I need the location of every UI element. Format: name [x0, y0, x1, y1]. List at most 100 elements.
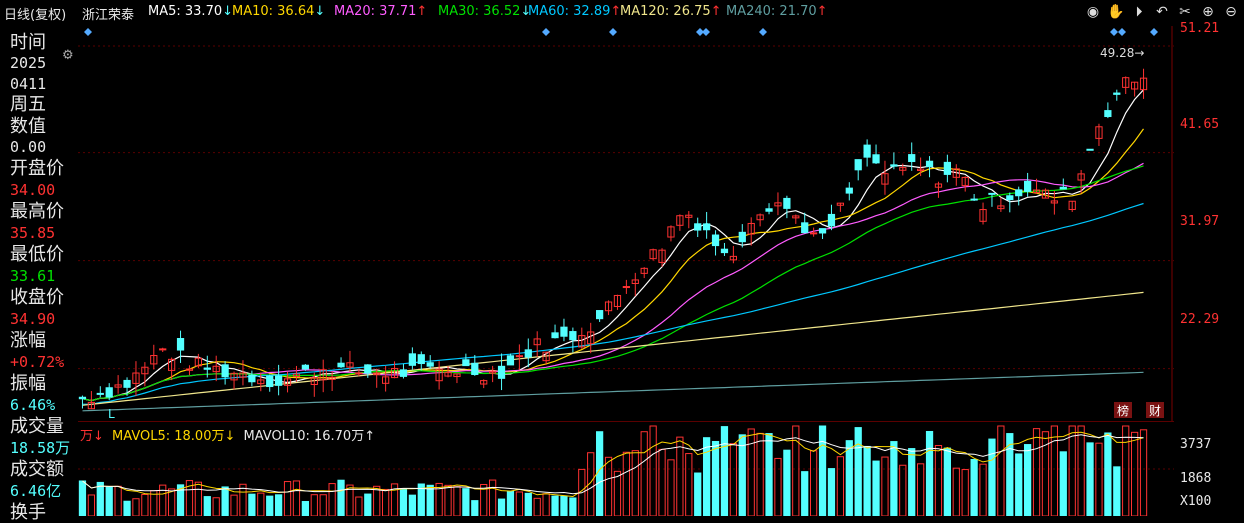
volume-bar: [364, 493, 372, 516]
volume-bar: [827, 468, 836, 516]
turnover-label: 成交额: [10, 459, 64, 480]
volume-bar: [988, 438, 996, 516]
low-value: 33.61: [10, 267, 56, 285]
candle-body: [845, 187, 853, 194]
volume-bar: [408, 494, 416, 516]
price-tick: 51.21: [1180, 21, 1220, 36]
volume-bar: [248, 493, 256, 516]
candle-body: [515, 355, 523, 358]
candle-body: [694, 223, 702, 231]
eye-icon[interactable]: ◉: [1084, 3, 1102, 21]
event-marker-icon: [1110, 28, 1118, 36]
volume-bar: [917, 463, 925, 516]
change-label: 涨幅: [10, 330, 46, 351]
price-tick: 41.65: [1180, 117, 1220, 132]
volume-bar: [489, 479, 497, 516]
volume-bar: [506, 490, 515, 516]
volume-bar: [310, 494, 318, 516]
ma-line-240: [82, 371, 1144, 412]
event-marker-icon: [702, 28, 710, 36]
volume-bar: [676, 436, 684, 516]
date-value: 0411: [10, 75, 47, 93]
change-value: +0.72%: [10, 353, 65, 371]
ma-line-30: [82, 165, 1144, 402]
candle-body: [417, 354, 425, 365]
high-value: 35.85: [10, 224, 56, 242]
volume-bar: [1077, 425, 1085, 516]
volume-bar: [1059, 451, 1067, 516]
volume-bar: [1139, 429, 1148, 516]
volume-bar: [596, 431, 604, 516]
top-info-bar: 日线(复权) 浙江荣泰 MA5: 33.70↓ MA10: 36.64↓ MA20:…: [0, 0, 1244, 26]
chart-toolbar: ◉ ✋ ⏵ ↶ ✂ ⊕ ⊖: [1084, 3, 1240, 21]
candle-body: [1006, 195, 1014, 201]
volume-bar: [881, 456, 889, 516]
ma-line-120: [82, 291, 1144, 406]
candle-body: [711, 234, 720, 247]
zoom-in-icon[interactable]: ⊕: [1199, 3, 1217, 21]
candle-body: [818, 228, 827, 234]
candle-body: [176, 338, 185, 351]
quote-info-panel: ⚙ 时间 2025 0411 周五 数值 0.00 开盘价 34.00 最高价 …: [0, 26, 78, 523]
undo-icon[interactable]: ↶: [1153, 3, 1171, 21]
stock-name: 浙江荣泰: [82, 8, 135, 23]
ma-trend-arrow: ↑: [416, 4, 428, 19]
volume-chart[interactable]: [78, 422, 1174, 516]
candle-body: [78, 396, 87, 400]
close-label: 收盘价: [10, 287, 64, 308]
candle-body: [622, 286, 630, 289]
zoom-out-icon[interactable]: ⊖: [1222, 3, 1240, 21]
volume-bar: [836, 456, 844, 516]
volume-bar: [132, 498, 140, 516]
volume-bar: [453, 486, 461, 516]
candlestick-chart[interactable]: 49.28→ L: [78, 26, 1174, 422]
volume-bar: [399, 488, 408, 516]
candle-body: [908, 154, 916, 163]
candle-body: [1015, 189, 1023, 197]
volume-bar: [462, 488, 470, 516]
volume-bar: [908, 448, 916, 516]
volume-bar: [934, 445, 943, 516]
volume-bar: [899, 464, 907, 516]
candle-body: [1113, 92, 1121, 95]
volume-bar: [738, 434, 746, 516]
period-label[interactable]: 日线(复权): [4, 4, 66, 23]
volume-bar: [141, 493, 149, 516]
ma-legend-item: MA120: 26.75↑: [620, 4, 722, 19]
volume-bar: [720, 426, 729, 516]
volume-bar: [685, 453, 693, 516]
volume-bar: [560, 495, 568, 516]
volume-bar: [711, 440, 720, 516]
volume-bar: [747, 428, 755, 516]
volume-bar: [524, 492, 532, 516]
candle-body: [266, 375, 274, 388]
hand-icon[interactable]: ✋: [1107, 3, 1125, 21]
candle-body: [827, 213, 836, 227]
ma-legend-item: MA5: 33.70↓: [148, 4, 234, 19]
volume-value: 18.58万: [10, 439, 71, 457]
volume-bar: [774, 457, 782, 516]
volume-bar: [471, 500, 479, 516]
volume-label: 成交量: [10, 416, 64, 437]
low-marker: L: [108, 407, 115, 421]
candle-body: [275, 375, 283, 386]
volume-bar: [319, 494, 327, 516]
candle-body: [1086, 148, 1094, 151]
candle-body: [560, 326, 568, 337]
price-tick: 22.29: [1180, 312, 1220, 327]
candle-body: [221, 364, 229, 378]
ma-legend-item: MA30: 36.52↓: [438, 4, 532, 19]
open-value: 34.00: [10, 181, 56, 199]
candle-body: [524, 349, 532, 358]
volume-bar: [1095, 442, 1103, 516]
candle-body: [720, 248, 729, 254]
volume-bar: [845, 440, 853, 516]
scissors-icon[interactable]: ✂: [1176, 3, 1194, 21]
finance-badge[interactable]: 财: [1146, 402, 1164, 418]
volume-bar: [275, 494, 283, 516]
volume-bar: [328, 483, 336, 516]
volume-tick: X100: [1180, 494, 1212, 509]
turnover-value: 6.46亿: [10, 482, 62, 500]
rank-badge[interactable]: 榜: [1114, 402, 1132, 418]
play-icon[interactable]: ⏵: [1130, 3, 1148, 21]
